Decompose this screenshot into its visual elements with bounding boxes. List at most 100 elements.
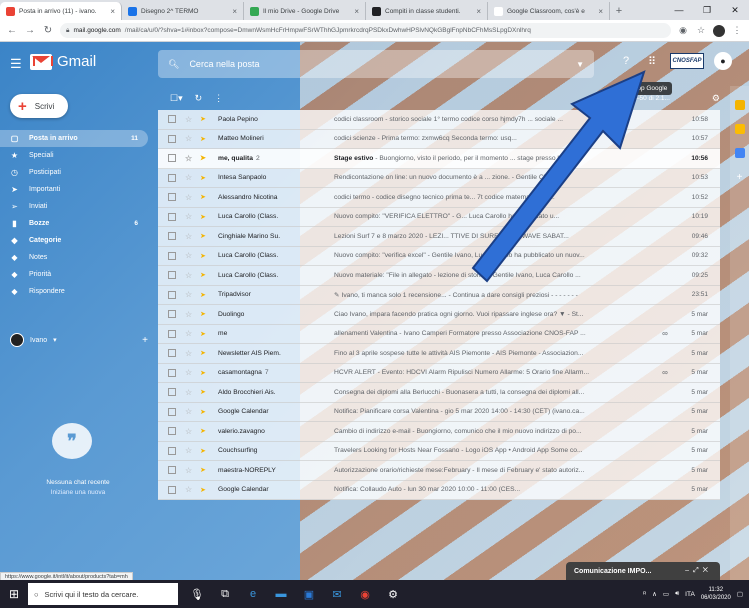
cnosfap-logo[interactable]: CNOSFAP xyxy=(670,53,704,69)
star-icon[interactable]: ☆ xyxy=(185,407,195,416)
address-bar[interactable]: 🔒︎ mail.google.com/mail/ca/u/0/?shva=1#i… xyxy=(60,23,671,38)
hamburger-menu-icon[interactable]: ☰ xyxy=(10,56,22,72)
star-icon[interactable]: ☆ xyxy=(185,368,195,377)
browser-tab[interactable]: Compiti in classe studenti. × xyxy=(366,2,488,20)
row-checkbox[interactable] xyxy=(168,368,176,377)
star-icon[interactable]: ☆ xyxy=(185,115,195,124)
sidebar-item-importanti[interactable]: ➤ Importanti xyxy=(0,181,148,198)
important-marker-icon[interactable]: ➤ xyxy=(200,447,208,455)
row-checkbox[interactable] xyxy=(168,134,176,143)
forward-icon[interactable]: → xyxy=(24,25,36,36)
table-row[interactable]: ☆ ➤ me, qualita 2 Stage estivo - Buongiorno,… xyxy=(158,149,720,169)
row-checkbox[interactable] xyxy=(168,212,176,221)
important-marker-icon[interactable]: ➤ xyxy=(200,135,208,143)
bookmark-star-icon[interactable]: ☆ xyxy=(695,25,707,37)
star-icon[interactable]: ☆ xyxy=(185,271,195,280)
important-marker-icon[interactable]: ➤ xyxy=(200,174,208,182)
browser-tab[interactable]: Disegno 2^ TERMO × xyxy=(122,2,244,20)
table-row[interactable]: ☆ ➤ Intesa Sanpaolo Rendicontazione on line… xyxy=(158,168,720,188)
tab-close-icon[interactable]: × xyxy=(354,7,359,16)
star-icon[interactable]: ☆ xyxy=(185,485,195,494)
store-icon[interactable]: ▣ xyxy=(298,583,320,605)
sidebar-item-categorie[interactable]: ◆ Categorie xyxy=(0,232,148,249)
star-icon[interactable]: ☆ xyxy=(185,388,195,397)
taskbar-search-input[interactable]: ○ Scrivi qui il testo da cercare. xyxy=(28,583,178,605)
important-marker-icon[interactable]: ➤ xyxy=(200,232,208,240)
star-icon[interactable]: ☆ xyxy=(185,446,195,455)
important-marker-icon[interactable]: ➤ xyxy=(200,427,208,435)
tab-close-icon[interactable]: × xyxy=(110,7,115,16)
row-checkbox[interactable] xyxy=(168,232,176,241)
help-icon[interactable]: ? xyxy=(618,53,634,69)
new-tab-button[interactable]: + xyxy=(610,2,628,20)
back-icon[interactable]: ← xyxy=(6,25,18,36)
table-row[interactable]: ☆ ➤ Google Calendar Notifica: Collaudo Auto… xyxy=(158,480,720,500)
important-marker-icon[interactable]: ➤ xyxy=(200,408,208,416)
star-icon[interactable]: ☆ xyxy=(185,134,195,143)
table-row[interactable]: ☆ ➤ Paola Pepino codici classroom - storico… xyxy=(158,110,720,130)
compose-button[interactable]: + Scrivi xyxy=(10,94,68,118)
keep-icon[interactable] xyxy=(734,124,745,134)
mail-icon[interactable]: ✉ xyxy=(326,583,348,605)
tab-close-icon[interactable]: × xyxy=(476,7,481,16)
row-checkbox[interactable] xyxy=(168,251,176,260)
profile-icon[interactable] xyxy=(713,24,725,37)
row-checkbox[interactable] xyxy=(168,193,176,202)
network-icon[interactable]: ▭ xyxy=(663,590,669,598)
table-row[interactable]: ☆ ➤ Luca Carollo (Class. Nuovo compito: "ve… xyxy=(158,246,720,266)
table-row[interactable]: ☆ ➤ Alessandro Nicotina codici termo - codi… xyxy=(158,188,720,208)
important-marker-icon[interactable]: ➤ xyxy=(200,330,208,338)
chat-notification[interactable]: Comunicazione IMPO... –⤢✕ xyxy=(566,562,720,580)
chrome-icon[interactable]: ◉ xyxy=(354,583,376,605)
important-marker-icon[interactable]: ➤ xyxy=(200,154,208,162)
important-marker-icon[interactable]: ➤ xyxy=(200,310,208,318)
star-icon[interactable]: ☆ xyxy=(185,466,195,475)
row-checkbox[interactable] xyxy=(168,154,176,163)
close-icon[interactable]: ✕ xyxy=(721,0,749,20)
clock[interactable]: 11:32 06/03/2020 xyxy=(701,586,731,602)
table-row[interactable]: ☆ ➤ Duolingo Ciao Ivano, impara facendo pra… xyxy=(158,305,720,325)
people-icon[interactable]: ᴿ xyxy=(643,591,646,598)
star-icon[interactable]: ☆ xyxy=(185,173,195,182)
table-row[interactable]: ☆ ➤ Tripadvisor ✎ Ivano, ti manca solo 1 re… xyxy=(158,285,720,305)
sidebar-item-posta-in-arrivo[interactable]: ▢ Posta in arrivo 11 xyxy=(0,130,148,147)
reload-icon[interactable]: ↻ xyxy=(42,25,54,36)
browser-tab[interactable]: Posta in arrivo (11) - ivano. × xyxy=(0,2,122,20)
row-checkbox[interactable] xyxy=(168,329,176,338)
notification-controls[interactable]: –⤢✕ xyxy=(685,567,712,575)
sidebar-item-rispondere[interactable]: ◆ Rispondere xyxy=(0,283,148,300)
table-row[interactable]: ☆ ➤ Matteo Molineri codici scienze - Prima … xyxy=(158,129,720,149)
sidebar-item-notes[interactable]: ◆ Notes xyxy=(0,249,148,266)
hangouts-dropdown-icon[interactable]: ▾ xyxy=(53,336,57,344)
row-checkbox[interactable] xyxy=(168,290,176,299)
star-icon[interactable]: ☆ xyxy=(185,349,195,358)
important-marker-icon[interactable]: ➤ xyxy=(200,252,208,260)
table-row[interactable]: ☆ ➤ casamontagna 7 HCVR ALERT - Evento: HDCV… xyxy=(158,363,720,383)
tasks-icon[interactable] xyxy=(734,148,745,158)
volume-icon[interactable]: 🔊︎ xyxy=(675,590,679,598)
menu-dots-icon[interactable]: ⋮ xyxy=(731,25,743,37)
add-chat-icon[interactable]: + xyxy=(142,335,148,346)
select-all-checkbox[interactable]: ☐▾ xyxy=(170,93,183,104)
row-checkbox[interactable] xyxy=(168,173,176,182)
windows-start-icon[interactable]: ⊞ xyxy=(0,580,28,608)
add-addon-icon[interactable]: + xyxy=(735,172,745,183)
calendar-icon[interactable] xyxy=(734,100,745,110)
row-checkbox[interactable] xyxy=(168,388,176,397)
sidebar-item-inviati[interactable]: ➢ Inviati xyxy=(0,198,148,215)
microphone-icon[interactable]: 🎙︎ xyxy=(186,583,208,605)
browser-tab[interactable]: Google Classroom, cos'è e × xyxy=(488,2,610,20)
search-input[interactable]: 🔍︎ Cerca nella posta ▼ xyxy=(158,50,594,78)
important-marker-icon[interactable]: ➤ xyxy=(200,349,208,357)
important-marker-icon[interactable]: ➤ xyxy=(200,388,208,396)
table-row[interactable]: ☆ ➤ Luca Carollo (Class. Nuovo materiale: "… xyxy=(158,266,720,286)
star-icon[interactable]: ☆ xyxy=(185,310,195,319)
important-marker-icon[interactable]: ➤ xyxy=(200,193,208,201)
more-actions-icon[interactable]: ⋮ xyxy=(214,93,223,104)
account-avatar[interactable]: ● xyxy=(714,52,732,70)
refresh-icon[interactable]: ↻ xyxy=(195,93,203,104)
sidebar-item-priorit-[interactable]: ◆ Priorità xyxy=(0,266,148,283)
settings-gear-icon[interactable]: ⚙ xyxy=(382,583,404,605)
star-icon[interactable]: ☆ xyxy=(185,427,195,436)
star-icon[interactable]: ☆ xyxy=(185,290,195,299)
